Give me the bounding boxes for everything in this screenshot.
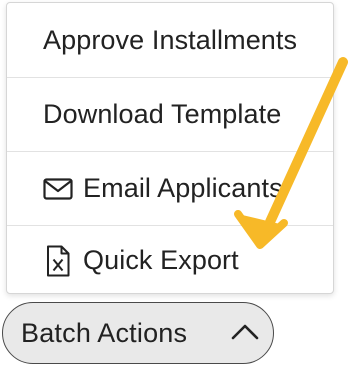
menu-item-email-applicants[interactable]: Email Applicants: [7, 151, 333, 225]
menu-item-label: Approve Installments: [43, 24, 298, 55]
batch-actions-label: Batch Actions: [21, 317, 188, 348]
batch-actions-button[interactable]: Batch Actions: [2, 302, 274, 364]
batch-actions-menu: Approve Installments Download Template E…: [6, 2, 334, 294]
menu-item-label: Email Applicants: [83, 173, 283, 203]
menu-item-approve-installments[interactable]: Approve Installments: [7, 3, 333, 77]
menu-item-label: Download Template: [43, 99, 282, 129]
chevron-up-icon: [229, 320, 261, 342]
menu-item-label: Quick Export: [83, 245, 239, 275]
spreadsheet-file-icon: [41, 244, 75, 278]
menu-item-quick-export[interactable]: Quick Export: [7, 225, 333, 295]
menu-item-download-template[interactable]: Download Template: [7, 77, 333, 151]
envelope-icon: [41, 172, 75, 206]
